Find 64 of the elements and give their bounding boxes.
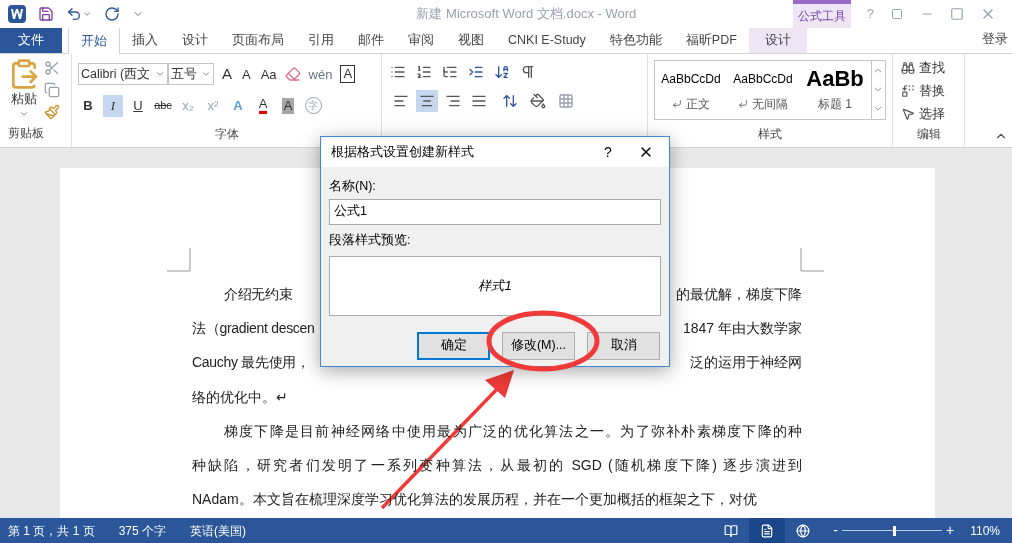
body-text: Cauchy 最先使用，	[192, 353, 310, 373]
preview-text: 样式1	[478, 276, 512, 295]
font-format-button[interactable]: I	[103, 94, 123, 117]
group-label: 剪贴板	[8, 126, 44, 140]
name-field[interactable]: 公式1	[329, 198, 661, 225]
ribbon-tab[interactable]: 设计	[748, 27, 807, 53]
font-name-dropdown[interactable]: Calibri (西文	[78, 63, 168, 86]
editing-button[interactable]: 选择	[901, 104, 956, 124]
style-name: 正文	[686, 96, 710, 113]
font-size-dropdown[interactable]: 五号	[168, 63, 214, 86]
ribbon-tab[interactable]: 页面布局	[220, 27, 296, 53]
font-format-button[interactable]: U	[128, 94, 148, 117]
help-button[interactable]: ?	[593, 141, 623, 163]
font-tool-button[interactable]: A	[220, 63, 234, 86]
context-group-header: 公式工具	[792, 0, 851, 28]
ribbon-tab[interactable]: 引用	[296, 27, 346, 53]
ribbon-tab[interactable]: 特色功能	[597, 27, 674, 53]
window-title: 新建 Microsoft Word 文档.docx - Word	[416, 5, 637, 24]
word-count[interactable]: 375 个字	[118, 521, 167, 540]
sign-in-link[interactable]: 登录	[982, 30, 1012, 53]
language-indicator[interactable]: 英语(美国)	[190, 521, 247, 540]
zoom-in-button[interactable]: +	[946, 520, 955, 541]
group-label: 字体	[214, 126, 239, 143]
zoom-level[interactable]: 110%	[970, 521, 1000, 540]
dialog-button[interactable]: 取消	[587, 331, 660, 360]
field-label: 名称(N):	[329, 178, 377, 195]
body-text: 介绍无约束	[224, 284, 293, 304]
body-text: 1847 年由大数学家	[682, 318, 802, 338]
style-item[interactable]: AaBb 标题 1	[799, 61, 871, 119]
dialog-button[interactable]: 修改(M)...	[502, 331, 575, 360]
paste-button[interactable]: 粘贴	[8, 58, 40, 120]
body-text: 的最优解，梯度下降	[676, 284, 802, 304]
body-text: 络的优化中。↵	[192, 387, 288, 407]
editing-button[interactable]: 查找	[901, 58, 956, 78]
font-format-button[interactable]: A	[253, 94, 273, 117]
dialog-title: 根据格式设置创建新样式	[331, 143, 475, 161]
style-name: 无间隔	[752, 96, 788, 113]
ribbon-tab[interactable]: 开始	[68, 27, 120, 54]
style-item[interactable]: AaBbCcDd 正文	[655, 61, 727, 119]
ribbon-tab[interactable]: 福昕PDF	[673, 27, 749, 53]
font-tool-button[interactable]: A	[340, 65, 356, 84]
file-tab[interactable]: 文件	[0, 27, 62, 53]
body-text: 法（gradient descen	[192, 318, 315, 338]
group-label: 样式	[758, 126, 782, 143]
ribbon-tab[interactable]: 设计	[170, 27, 220, 53]
style-item[interactable]: AaBbCcDd 无间隔	[727, 61, 799, 119]
font-format-button[interactable]: abc	[153, 94, 173, 117]
style-name: 标题 1	[818, 96, 852, 113]
field-label: 段落样式预览:	[329, 231, 412, 249]
zoom-out-button[interactable]: -	[833, 520, 838, 541]
font-tool-button[interactable]: A	[240, 64, 253, 84]
ribbon-tab[interactable]: 邮件	[346, 27, 396, 53]
body-text: 泛的运用于神经网	[690, 353, 802, 373]
font-tool-button[interactable]: wén	[306, 64, 335, 84]
ribbon-tab[interactable]: CNKI E-Study	[496, 27, 598, 53]
font-tool-button[interactable]: Aa	[258, 64, 279, 84]
ribbon-tab[interactable]: 视图	[446, 27, 496, 53]
group-label: 编辑	[916, 126, 941, 143]
font-format-button[interactable]: B	[78, 94, 98, 117]
ribbon-tab[interactable]: 审阅	[396, 27, 446, 53]
dialog-button[interactable]: 确定	[417, 331, 490, 360]
ribbon-tab[interactable]: 插入	[120, 27, 170, 53]
page-count[interactable]: 第 1 页，共 1 页	[8, 521, 95, 540]
editing-button[interactable]: 替换	[901, 81, 956, 101]
